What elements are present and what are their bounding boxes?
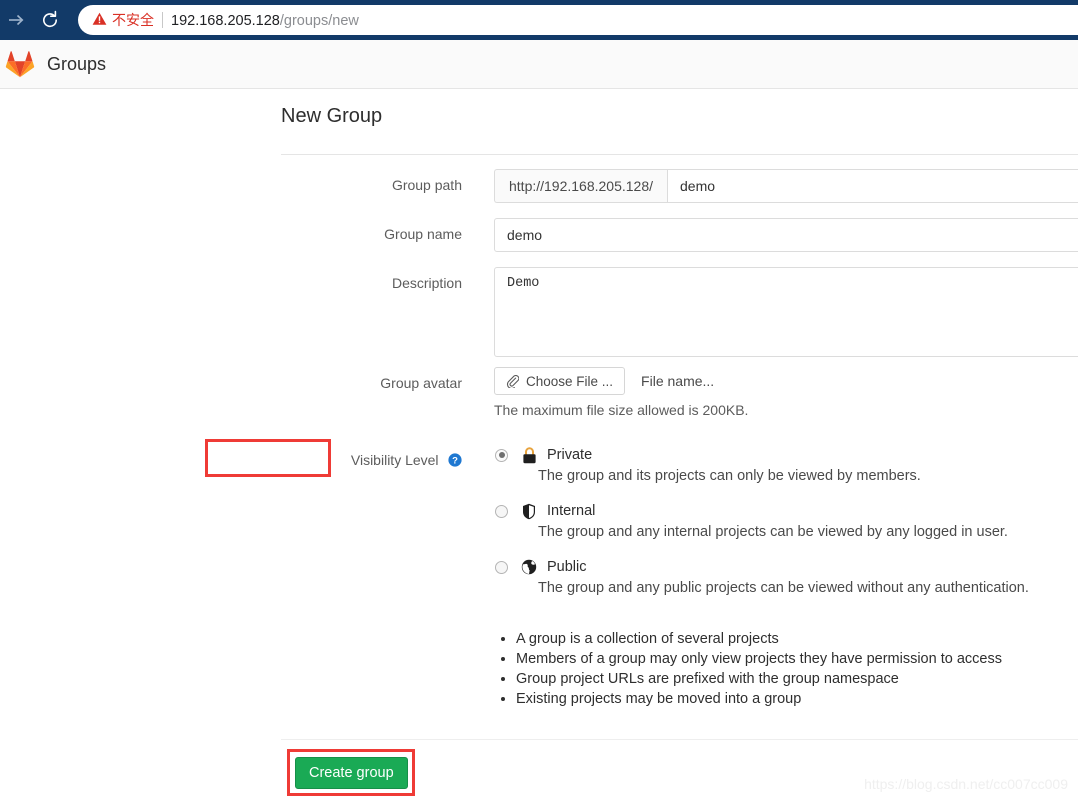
svg-text:?: ? — [452, 455, 458, 466]
avatar-controls: Choose File ... File name... — [494, 367, 1078, 395]
group-facts-list: A group is a collection of several proje… — [494, 629, 1078, 709]
visibility-option-internal-description: The group and any internal projects can … — [538, 524, 1008, 540]
lock-icon — [520, 446, 538, 464]
group-path-control: http://192.168.205.128/ — [494, 169, 1078, 203]
browser-chrome: 不安全 192.168.205.128/groups/new — [0, 0, 1078, 40]
visibility-option-private-head[interactable]: Private — [494, 444, 1078, 466]
page-title: Groups — [47, 53, 107, 74]
radio-public[interactable] — [495, 560, 508, 574]
file-name-text: File name... — [641, 373, 715, 389]
address-bar[interactable]: 不安全 192.168.205.128/groups/new — [78, 5, 1078, 35]
form-footer: Create group — [281, 739, 1078, 802]
form-heading: New Group — [281, 105, 383, 127]
shield-icon — [520, 503, 538, 520]
radio-internal[interactable] — [495, 504, 508, 518]
group-path-prefix: http://192.168.205.128/ — [494, 169, 668, 203]
globe-icon — [520, 559, 538, 575]
main-content: New Group Group path http://192.168.205.… — [0, 89, 1078, 801]
visibility-option-internal-head[interactable]: Internal — [494, 500, 1078, 522]
reload-icon[interactable] — [36, 6, 64, 34]
url-host: 192.168.205.128 — [171, 12, 280, 29]
forward-arrow-icon[interactable] — [2, 6, 30, 34]
group-name-input[interactable] — [494, 218, 1078, 252]
visibility-option-private-name: Private — [547, 447, 593, 463]
visibility-option-private[interactable]: Private The group and its projects can o… — [494, 444, 1078, 484]
security-warning-label: 不安全 — [112, 12, 154, 28]
paperclip-icon — [506, 374, 519, 388]
description-control: Demo — [494, 267, 1078, 357]
list-item: Group project URLs are prefixed with the… — [516, 669, 1078, 689]
list-item: Existing projects may be moved into a gr… — [516, 689, 1078, 709]
url-text: 192.168.205.128/groups/new — [171, 12, 359, 29]
create-group-button[interactable]: Create group — [295, 757, 408, 789]
security-status[interactable]: 不安全 — [92, 10, 154, 30]
visibility-option-public-description: The group and any public projects can be… — [538, 580, 1029, 596]
description-textarea[interactable]: Demo — [494, 267, 1078, 357]
gitlab-tanuki-logo-icon[interactable] — [5, 50, 35, 78]
visibility-level-label: Visibility Level — [350, 452, 439, 468]
description-label: Description — [391, 275, 462, 291]
group-name-control — [494, 218, 1078, 252]
app-header: Groups — [0, 40, 1078, 89]
group-name-label: Group name — [384, 226, 462, 242]
group-avatar-control: Choose File ... File name... The maximum… — [494, 367, 1078, 418]
visibility-option-public-name: Public — [547, 559, 587, 575]
visibility-option-internal-name: Internal — [547, 503, 596, 519]
url-path: /groups/new — [279, 12, 359, 29]
watermark: https://blog.csdn.net/cc007cc009 — [864, 776, 1068, 792]
list-item: A group is a collection of several proje… — [516, 629, 1078, 649]
visibility-option-public-head[interactable]: Public — [494, 556, 1078, 578]
group-path-input[interactable] — [667, 169, 1078, 203]
choose-file-button[interactable]: Choose File ... — [494, 367, 626, 395]
choose-file-label: Choose File ... — [526, 373, 614, 389]
list-item: Members of a group may only view project… — [516, 649, 1078, 669]
avatar-size-hint: The maximum file size allowed is 200KB. — [494, 402, 749, 418]
radio-private[interactable] — [495, 448, 508, 462]
visibility-level-label-wrap: Visibility Level ? — [281, 444, 477, 472]
group-avatar-label: Group avatar — [380, 375, 462, 391]
heading-divider — [281, 154, 1078, 155]
url-separator — [162, 12, 163, 28]
group-path-input-group: http://192.168.205.128/ — [494, 169, 1078, 203]
question-mark-help-icon[interactable]: ? — [448, 453, 462, 472]
visibility-option-private-description: The group and its projects can only be v… — [538, 468, 921, 484]
visibility-options-control: Private The group and its projects can o… — [494, 444, 1078, 709]
group-path-label: Group path — [391, 177, 462, 193]
warning-triangle-icon — [92, 12, 107, 29]
visibility-option-public[interactable]: Public The group and any public projects… — [494, 556, 1078, 596]
visibility-option-internal[interactable]: Internal The group and any internal proj… — [494, 500, 1078, 540]
